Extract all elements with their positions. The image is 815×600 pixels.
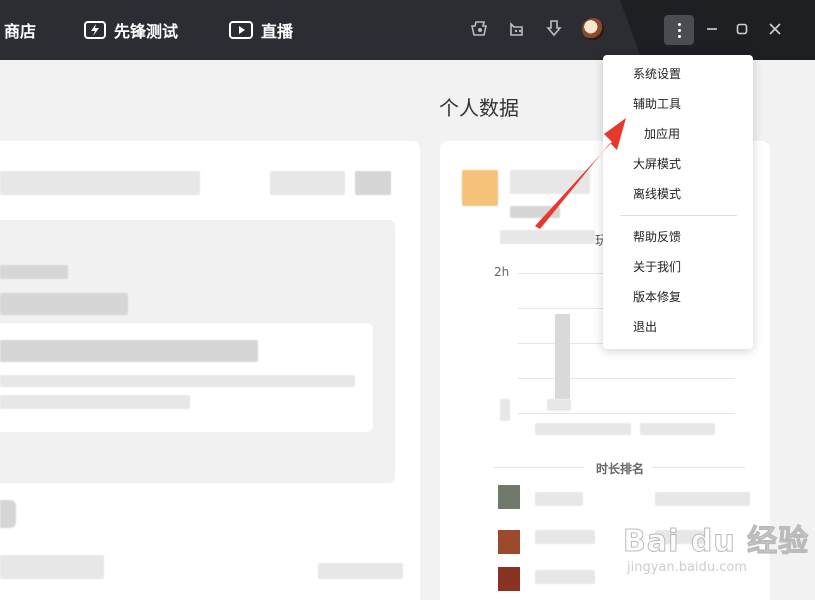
menu-item-version-repair[interactable]: 版本修复: [633, 289, 681, 305]
menu-item-exit[interactable]: 退出: [633, 319, 657, 335]
lightning-test-icon: [84, 21, 106, 39]
blurred-text: [0, 395, 190, 409]
close-icon: [769, 23, 781, 35]
watermark-url: jingyan.baidu.com: [627, 560, 747, 575]
menu-item-add-app[interactable]: 加应用: [644, 126, 680, 142]
restore-button[interactable]: [731, 18, 753, 40]
blurred-text: [655, 492, 750, 506]
top-bar: 商店 先锋测试 直播: [0, 0, 815, 60]
blurred-text: [535, 570, 595, 584]
blurred-text: [0, 293, 128, 315]
blurred-text: [0, 171, 200, 195]
section-title: 个人数据: [439, 96, 519, 120]
blurred-text: [318, 563, 403, 579]
left-inner-card: [0, 323, 373, 432]
nav-pioneer-test-label: 先锋测试: [114, 22, 179, 41]
nav-pioneer-test[interactable]: 先锋测试: [84, 17, 178, 43]
blurred-text: [0, 265, 68, 279]
more-menu-icon: [677, 22, 681, 26]
blurred-button: [0, 500, 16, 528]
gamepad-icon[interactable]: [469, 18, 491, 40]
ranking-title: 时长排名: [596, 462, 645, 476]
watermark-brand: Bai du 经验: [622, 524, 810, 560]
chart-bar: [555, 314, 570, 399]
menu-item-help-feedback[interactable]: 帮助反馈: [633, 229, 681, 245]
grid-line: [518, 378, 735, 379]
blurred-text: [0, 375, 355, 387]
blurred-text: [535, 492, 583, 506]
ranking-divider-left: [494, 467, 584, 468]
minimize-button[interactable]: [701, 18, 723, 40]
blurred-text: [0, 340, 258, 362]
blurred-text: [510, 206, 560, 218]
nav-store-label: 商店: [4, 22, 37, 41]
settings-dropdown-menu: 系统设置 辅助工具 加应用 大屏模式 离线模式 帮助反馈 关于我们 版本修复 退…: [603, 55, 753, 349]
blurred-text: [640, 423, 715, 435]
menu-item-big-screen-mode[interactable]: 大屏模式: [633, 156, 681, 172]
rank-avatar: [498, 485, 520, 509]
nav-store[interactable]: 商店: [4, 17, 36, 43]
baidu-jingyan-watermark: Bai du 经验 jingyan.baidu.com: [622, 516, 810, 576]
restore-icon: [736, 23, 748, 35]
blurred-text: [510, 170, 590, 194]
rank-avatar: [498, 530, 520, 554]
blurred-text: [535, 530, 595, 544]
menu-item-assist-tools[interactable]: 辅助工具: [633, 96, 681, 112]
blurred-text: [270, 171, 345, 195]
y-axis-tick: 2h: [494, 265, 510, 279]
bot-icon[interactable]: [506, 18, 528, 40]
grid-line: [518, 413, 735, 414]
download-icon[interactable]: [543, 18, 565, 40]
more-menu-button[interactable]: [664, 15, 694, 45]
user-avatar[interactable]: [582, 18, 604, 40]
play-live-icon: [229, 21, 253, 39]
blurred-text: [535, 423, 631, 435]
blurred-text: [547, 399, 571, 411]
blurred-text: [500, 399, 510, 421]
nav-live[interactable]: 直播: [229, 17, 293, 43]
minimize-icon: [707, 28, 717, 30]
game-avatar: [462, 170, 498, 206]
blurred-text: [0, 555, 104, 579]
ranking-divider-right: [652, 467, 745, 468]
menu-item-about-us[interactable]: 关于我们: [633, 259, 681, 275]
close-button[interactable]: [764, 18, 786, 40]
menu-separator: [620, 215, 737, 216]
blurred-text: [500, 230, 595, 244]
rank-avatar: [498, 567, 520, 591]
blurred-text: [355, 171, 391, 195]
nav-live-label: 直播: [261, 22, 294, 41]
menu-item-offline-mode[interactable]: 离线模式: [633, 186, 681, 202]
menu-item-system-settings[interactable]: 系统设置: [633, 66, 681, 82]
